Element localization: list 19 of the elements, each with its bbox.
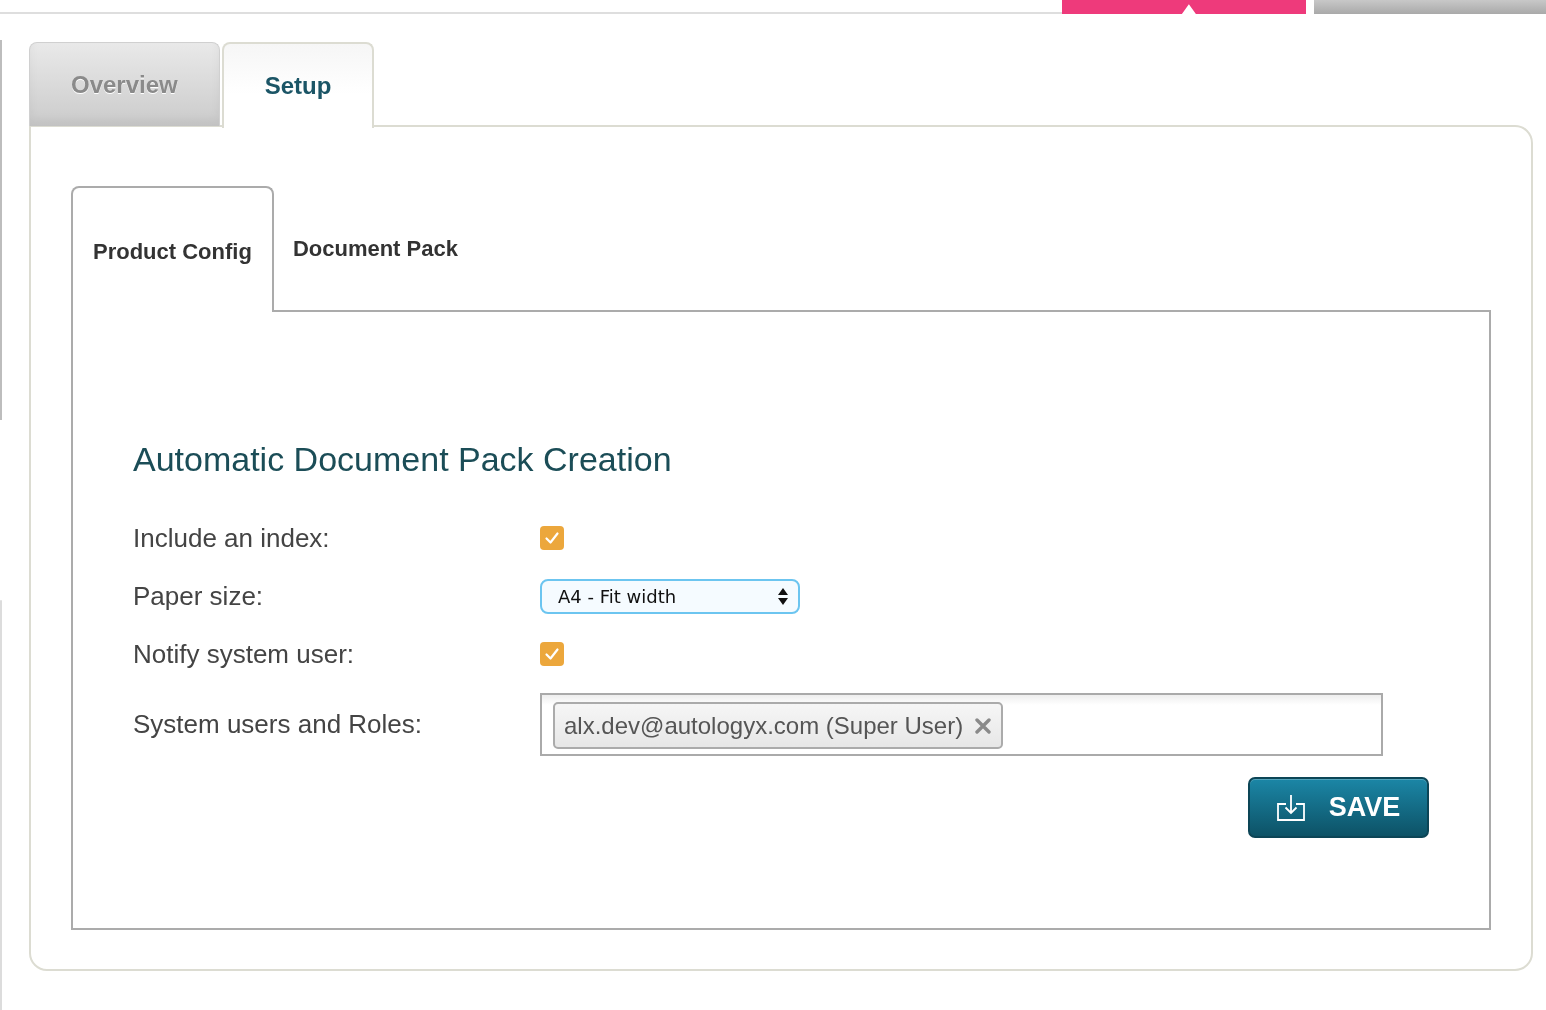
field-label: System users and Roles: [133,709,423,740]
tab[interactable]: Product Config [71,186,274,312]
field-label: Notify system user: [133,638,356,670]
paper-size-select[interactable]: A4 - Fit width [540,578,800,614]
nav-tab[interactable] [1062,0,1306,14]
save-button[interactable]: SAVE [1248,777,1429,838]
download-icon [1276,794,1305,821]
field-label: Include an index: [133,522,331,554]
checkbox[interactable] [540,642,564,666]
tab[interactable]: Setup [221,42,375,128]
users-roles-field[interactable]: alx.dev@autologyx.com (Super User) [540,693,1383,756]
up-down-arrows-icon [778,587,788,605]
user-tag[interactable]: alx.dev@autologyx.com (Super User) [553,702,1004,749]
remove-icon[interactable] [975,717,992,734]
nav-tab[interactable] [1314,0,1546,14]
checkbox[interactable] [540,526,564,550]
tab[interactable]: Document Pack [273,186,477,310]
field-label: Paper size: [133,580,265,612]
section-title: Automatic Document Pack Creation [133,439,673,479]
